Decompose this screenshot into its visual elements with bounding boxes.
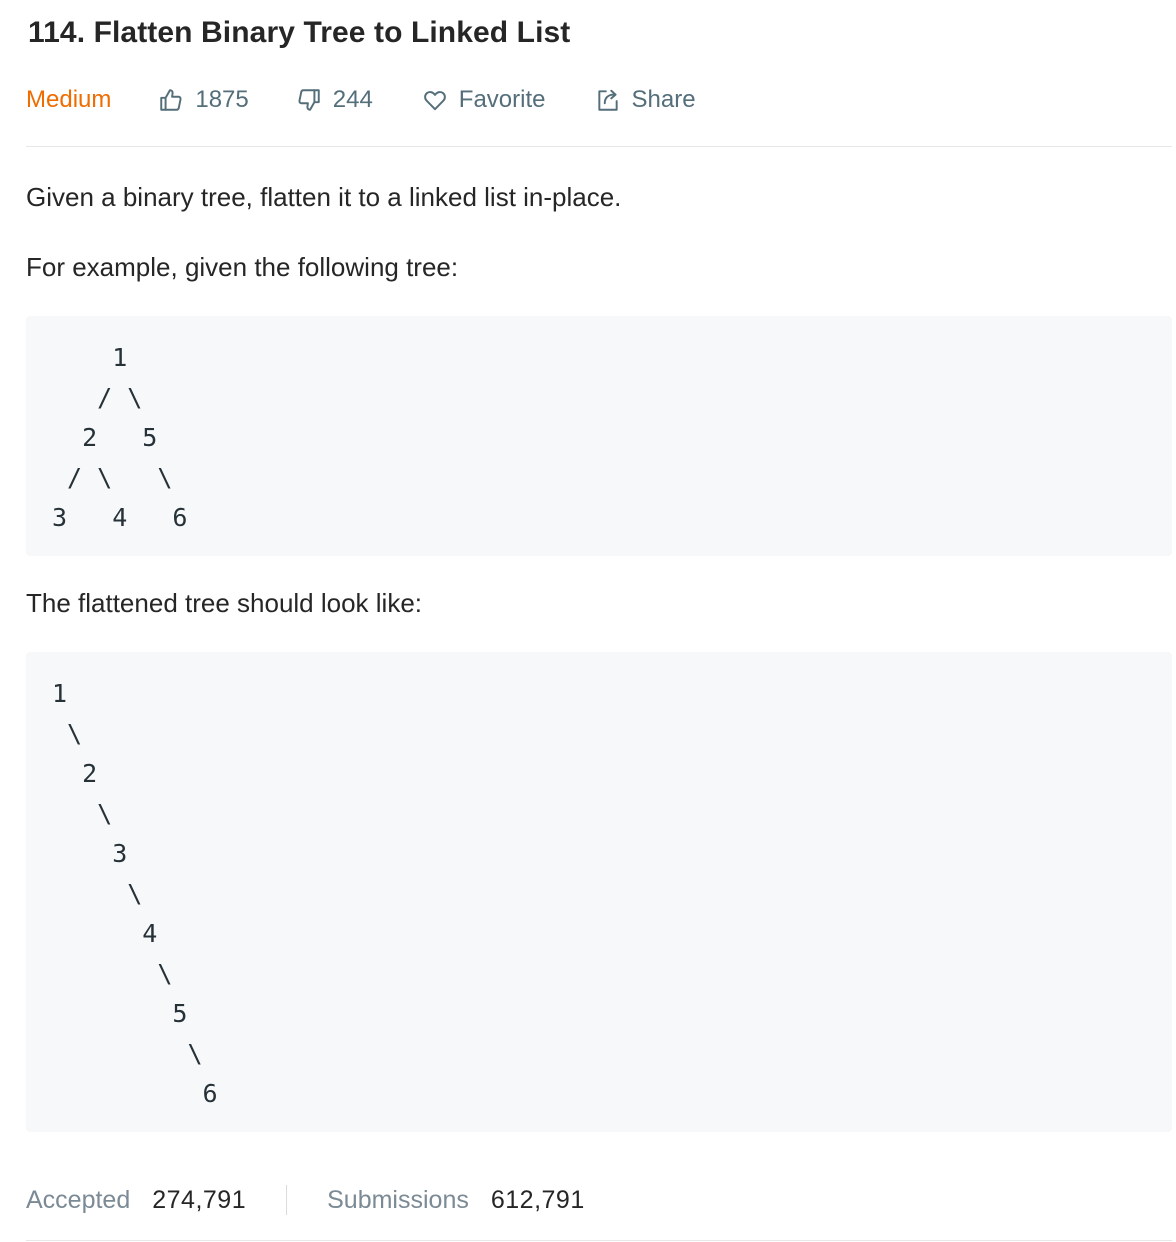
favorite-button[interactable]: Favorite (421, 86, 546, 114)
flattened-tree-text: 1 \ 2 \ 3 \ 4 \ 5 \ 6 (52, 679, 218, 1108)
stats-divider (26, 1240, 1172, 1241)
like-count: 1875 (195, 86, 249, 113)
thumbs-down-icon (295, 86, 323, 114)
share-label: Share (631, 86, 696, 113)
flattened-tree-code-block: 1 \ 2 \ 3 \ 4 \ 5 \ 6 (26, 652, 1172, 1132)
dislike-button[interactable]: 244 (295, 86, 373, 114)
accepted-count: 274,791 (152, 1185, 247, 1214)
example-intro: For example, given the following tree: (26, 252, 459, 282)
share-button[interactable]: Share (594, 86, 696, 114)
submissions-count: 612,791 (490, 1185, 585, 1214)
favorite-label: Favorite (458, 86, 546, 113)
submission-stats: Accepted 274,791 Submissions 612,791 (26, 1180, 585, 1220)
header-divider (26, 146, 1172, 147)
problem-meta-bar: Medium 1875 244 Favorite Share (26, 82, 696, 118)
heart-icon (421, 86, 449, 114)
like-button[interactable]: 1875 (157, 86, 249, 114)
flattened-intro: The flattened tree should look like: (26, 588, 423, 618)
accepted-label: Accepted (26, 1185, 131, 1214)
difficulty-label: Medium (26, 86, 112, 113)
share-icon (594, 86, 622, 114)
stats-separator (286, 1185, 288, 1215)
problem-title: 114. Flatten Binary Tree to Linked List (28, 16, 571, 49)
problem-statement: Given a binary tree, flatten it to a lin… (26, 182, 622, 212)
submissions-label: Submissions (327, 1185, 469, 1214)
dislike-count: 244 (332, 86, 373, 113)
example-tree-text: 1 / \ 2 5 / \ \ 3 4 6 (52, 343, 188, 532)
example-tree-code-block: 1 / \ 2 5 / \ \ 3 4 6 (26, 316, 1172, 556)
thumbs-up-icon (157, 86, 185, 114)
